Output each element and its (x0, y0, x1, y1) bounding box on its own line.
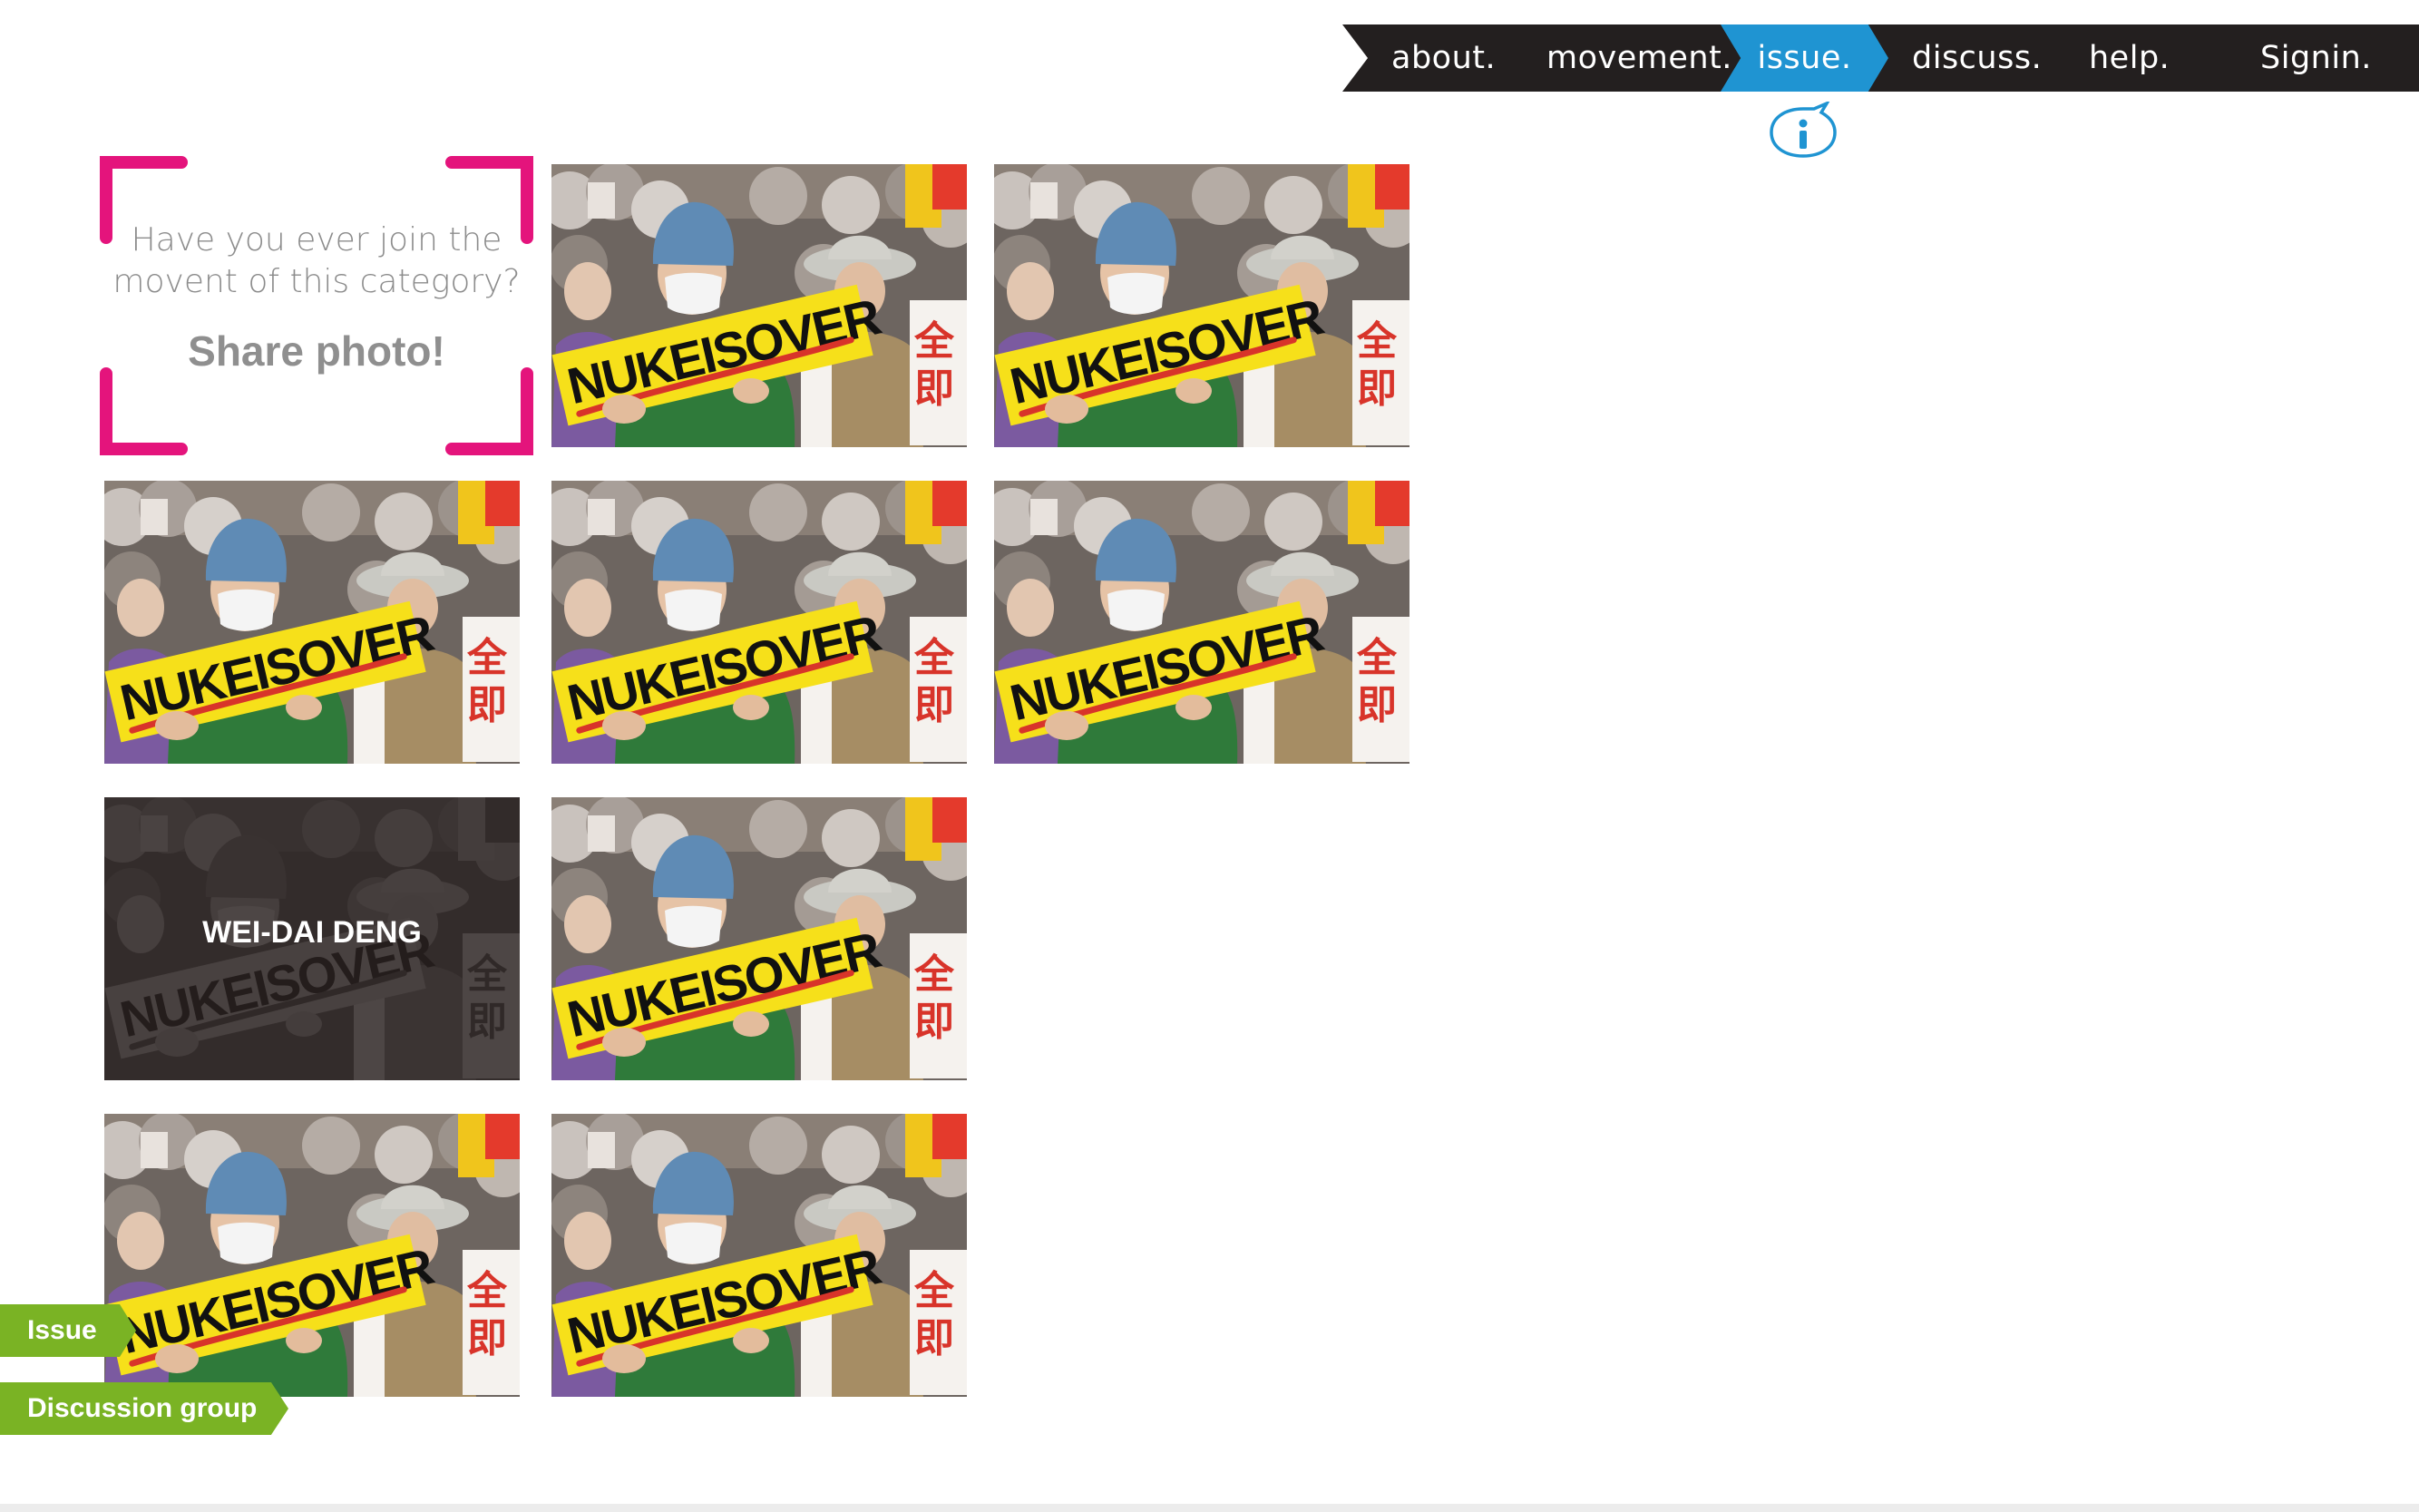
protest-photo: 全即NUKEISOVER (994, 164, 1409, 447)
svg-text:即: 即 (1357, 366, 1397, 412)
photo-tile[interactable]: 全即 NUKEISOVER (551, 797, 967, 1080)
tile-author-caption: WEI-DAI DENG (202, 915, 422, 950)
svg-text:全: 全 (1356, 635, 1398, 681)
svg-text:全: 全 (466, 1268, 508, 1314)
protest-photo: 全即NUKEISOVER (551, 797, 967, 1080)
nav-discuss[interactable]: discuss. (1912, 24, 2042, 92)
nav-about[interactable]: about. (1391, 24, 1496, 92)
viewfinder-frame-icon (100, 156, 533, 455)
svg-text:全: 全 (913, 951, 955, 998)
nav-signin[interactable]: Signin. (2260, 24, 2372, 92)
nav-movement[interactable]: movement. (1546, 24, 1732, 92)
svg-text:全: 全 (913, 635, 955, 681)
protest-photo: 全即NUKEISOVER (551, 1114, 967, 1397)
info-icon[interactable] (1767, 102, 1839, 160)
svg-text:全: 全 (1356, 318, 1398, 365)
photo-tile[interactable]: 全即 NUKEISOVER (104, 481, 520, 764)
svg-text:即: 即 (914, 999, 954, 1045)
photo-tile[interactable]: 全即 NUKEISOVER (551, 164, 967, 447)
protest-photo: 全即NUKEISOVER (551, 481, 967, 764)
svg-text:全: 全 (913, 1268, 955, 1314)
svg-text:即: 即 (914, 366, 954, 412)
svg-text:全: 全 (466, 635, 508, 681)
protest-photo: 全即NUKEISOVER (994, 481, 1409, 764)
share-question-line-1: Have you ever join the (131, 221, 502, 259)
nav-help[interactable]: help. (2089, 24, 2170, 92)
protest-photo: 全即NUKEISOVER (551, 164, 967, 447)
bottom-divider (0, 1504, 2419, 1512)
svg-text:即: 即 (467, 682, 507, 728)
share-photo-box[interactable]: Have you ever join the movent of this ca… (100, 156, 533, 455)
svg-text:即: 即 (1357, 682, 1397, 728)
protest-photo: 全即NUKEISOVER (104, 481, 520, 764)
top-nav: about. movement. issue. discuss. help. S… (1342, 24, 2419, 92)
photo-tile[interactable]: 全即 NUKEISOVER (994, 164, 1409, 447)
svg-text:即: 即 (467, 1315, 507, 1361)
protest-photo: 全即NUKEISOVER (104, 1114, 520, 1397)
photo-tile[interactable]: 全即 NUKEISOVER (551, 1114, 967, 1397)
svg-text:即: 即 (914, 682, 954, 728)
issue-tag[interactable]: Issue (0, 1304, 136, 1357)
page: about. movement. issue. discuss. help. S… (0, 0, 2419, 1512)
photo-tile[interactable]: 全即NUKEISOVERWEI-DAI DENG (104, 797, 520, 1080)
svg-text:即: 即 (914, 1315, 954, 1361)
share-photo-button[interactable]: Share photo! (100, 327, 533, 376)
nav-issue[interactable]: issue. (1721, 24, 1888, 92)
svg-text:全: 全 (913, 318, 955, 365)
photo-tile[interactable]: 全即 NUKEISOVER (994, 481, 1409, 764)
photo-tile[interactable]: 全即 NUKEISOVER (104, 1114, 520, 1397)
share-question-line-2: movent of this category? (112, 263, 521, 300)
photo-tile[interactable]: 全即 NUKEISOVER (551, 481, 967, 764)
discussion-group-tag[interactable]: Discussion group (0, 1382, 288, 1435)
share-question: Have you ever join the movent of this ca… (100, 219, 533, 303)
